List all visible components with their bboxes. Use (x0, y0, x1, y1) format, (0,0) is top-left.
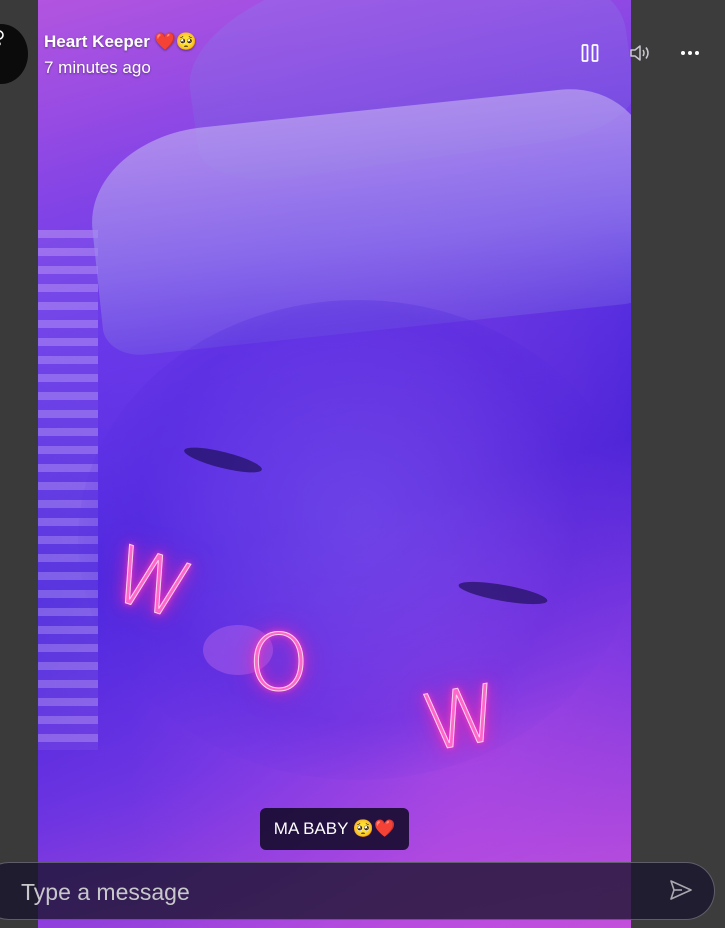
sender-name[interactable]: Heart Keeper ❤️🥺 (44, 32, 197, 52)
story-header: Heart Keeper ❤️🥺 7 minutes ago (0, 0, 725, 90)
volume-button[interactable] (625, 38, 655, 68)
avatar[interactable] (0, 24, 28, 84)
message-composer (0, 862, 715, 920)
neon-letter: W (415, 667, 508, 771)
more-options-button[interactable] (675, 38, 705, 68)
send-icon (670, 880, 692, 900)
avatar-figure-icon (0, 30, 4, 46)
send-button[interactable] (669, 879, 697, 905)
story-caption: MA BABY 🥺❤️ (260, 808, 409, 850)
left-background (0, 0, 38, 928)
right-background (631, 0, 725, 928)
message-input[interactable] (19, 873, 623, 911)
volume-icon (630, 45, 649, 61)
more-options-icon (681, 51, 699, 55)
pause-icon (581, 44, 599, 62)
story-image[interactable]: W O W (38, 0, 631, 928)
neon-letter: O (247, 619, 310, 709)
pause-button[interactable] (575, 38, 605, 68)
story-timestamp: 7 minutes ago (44, 58, 151, 77)
